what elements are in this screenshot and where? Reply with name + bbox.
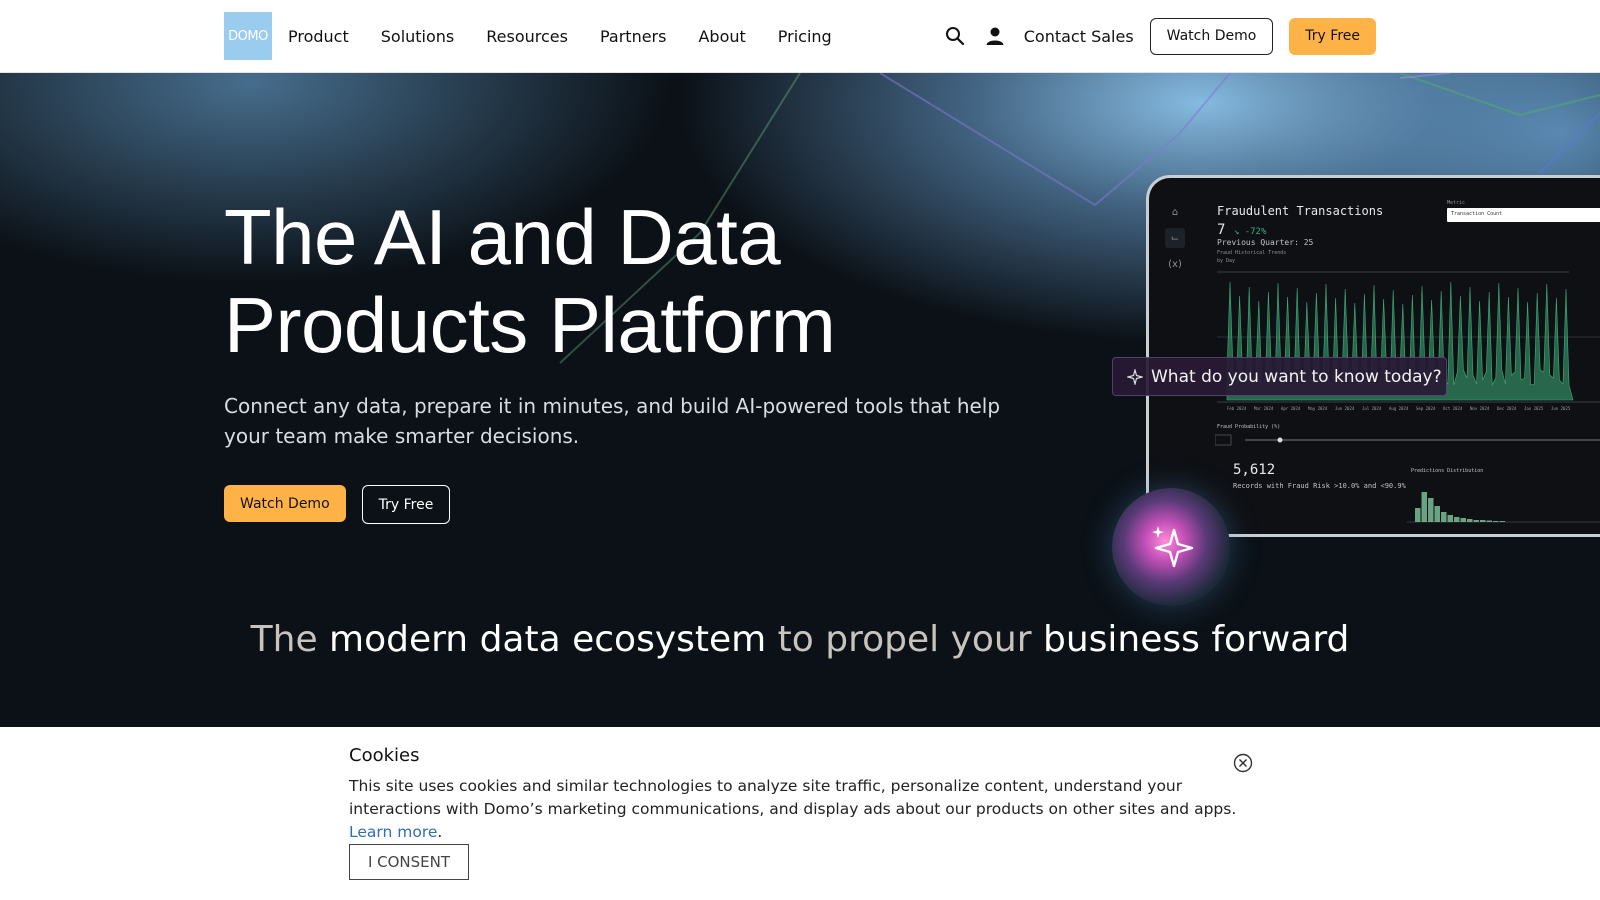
distribution-histogram bbox=[1407, 492, 1600, 523]
header-actions: Contact Sales Watch Demo Try Free bbox=[944, 0, 1376, 72]
probability-label: Fraud Probability (%) bbox=[1217, 424, 1281, 430]
variable-icon: (x) bbox=[1168, 258, 1182, 270]
x-label: Jun 2025 bbox=[1551, 406, 1571, 411]
histogram-bar bbox=[1421, 492, 1427, 522]
sparkles-icon bbox=[1152, 526, 1194, 568]
ai-assistant-orb[interactable] bbox=[1112, 488, 1230, 606]
histogram-bar bbox=[1486, 520, 1492, 522]
x-label: Feb 2024 bbox=[1227, 406, 1247, 411]
metric-select[interactable]: Transaction Count bbox=[1447, 208, 1600, 222]
ai-prompt-text: What do you want to know today? bbox=[1151, 366, 1442, 387]
contact-sales-link[interactable]: Contact Sales bbox=[1024, 27, 1134, 46]
learn-more-link[interactable]: Learn more bbox=[349, 823, 437, 841]
trend-x-labels: Feb 2024 Mar 2024 Apr 2024 May 2024 Jun 2024… bbox=[1227, 406, 1571, 411]
x-label: Nov 2024 bbox=[1470, 406, 1490, 411]
cookie-period: . bbox=[437, 823, 443, 841]
main-nav: Product Solutions Resources Partners Abo… bbox=[288, 0, 864, 72]
histogram-bar bbox=[1499, 521, 1505, 522]
header-watch-demo-button[interactable]: Watch Demo bbox=[1149, 17, 1274, 55]
site-header: DOMO Product Solutions Resources Partner… bbox=[0, 0, 1600, 73]
tagline-part-2: modern data ecosystem bbox=[329, 619, 767, 660]
cookie-text: This site uses cookies and similar techn… bbox=[349, 775, 1249, 844]
logo-text: DOMO bbox=[228, 28, 268, 44]
histogram-bar bbox=[1434, 506, 1440, 522]
x-label: Mar 2024 bbox=[1254, 406, 1274, 411]
records-desc: Records with Fraud Risk >10.0% and <90.9… bbox=[1233, 482, 1406, 490]
x-label: Jun 2024 bbox=[1335, 406, 1355, 411]
tagline-part-3: to propel your bbox=[766, 619, 1043, 660]
histogram-bar bbox=[1473, 520, 1479, 522]
header-try-free-button[interactable]: Try Free bbox=[1289, 17, 1376, 55]
probability-slider[interactable] bbox=[1215, 434, 1600, 450]
x-label: Sep 2024 bbox=[1416, 406, 1436, 411]
hero-watch-demo-button[interactable]: Watch Demo bbox=[224, 485, 346, 522]
histogram-bar bbox=[1441, 512, 1447, 522]
domo-logo[interactable]: DOMO bbox=[224, 12, 272, 60]
x-label: Oct 2024 bbox=[1443, 406, 1463, 411]
nav-resources[interactable]: Resources bbox=[486, 27, 568, 46]
search-icon[interactable] bbox=[944, 25, 966, 47]
ai-prompt-input[interactable]: What do you want to know today? bbox=[1112, 357, 1447, 396]
sparkle-icon bbox=[1127, 368, 1143, 385]
fraud-change: ↘ -72% bbox=[1233, 227, 1267, 237]
histogram-bar bbox=[1460, 518, 1466, 522]
histogram-bar bbox=[1447, 515, 1453, 522]
hero-section: The AI and Data Products Platform Connec… bbox=[0, 73, 1600, 727]
dashboard-title: Fraudulent Transactions bbox=[1217, 204, 1384, 218]
hero-subtitle: Connect any data, prepare it in minutes,… bbox=[224, 394, 1001, 448]
x-label: Dec 2024 bbox=[1497, 406, 1517, 411]
nav-product[interactable]: Product bbox=[288, 27, 349, 46]
hero-tagline: The modern data ecosystem to propel your… bbox=[0, 619, 1600, 660]
hero-title: The AI and Data Products Platform bbox=[224, 193, 984, 369]
nav-pricing[interactable]: Pricing bbox=[778, 27, 832, 46]
cookie-title: Cookies bbox=[349, 745, 420, 766]
dashboard-device-mockup: ⌂ ⌙ (x) Fraudulent Transactions 7 ↘ -72%… bbox=[1146, 175, 1600, 537]
dashboard-sidebar: ⌂ ⌙ (x) bbox=[1165, 202, 1187, 280]
tagline-part-1: The bbox=[250, 619, 330, 660]
histogram-bar bbox=[1428, 498, 1434, 522]
x-label: Aug 2024 bbox=[1389, 406, 1409, 411]
home-icon: ⌂ bbox=[1171, 206, 1179, 218]
nav-partners[interactable]: Partners bbox=[600, 27, 666, 46]
histogram-bar bbox=[1480, 520, 1486, 522]
fraud-count: 7 bbox=[1217, 222, 1226, 238]
cookie-banner: Cookies This site uses cookies and simil… bbox=[0, 727, 1600, 900]
metric-label: Metric bbox=[1447, 200, 1466, 206]
histogram-bar bbox=[1454, 517, 1460, 522]
trend-label: Fraud Historical Trends bbox=[1217, 250, 1287, 256]
previous-quarter: Previous Quarter: 25 bbox=[1217, 238, 1314, 247]
records-count: 5,612 bbox=[1233, 462, 1276, 478]
nav-about[interactable]: About bbox=[698, 27, 745, 46]
histogram-bar bbox=[1415, 508, 1421, 522]
hero-try-free-button[interactable]: Try Free bbox=[361, 485, 451, 524]
close-circle-icon[interactable] bbox=[1233, 753, 1253, 773]
x-label: Jul 2024 bbox=[1362, 406, 1382, 411]
nav-solutions[interactable]: Solutions bbox=[381, 27, 455, 46]
x-label: Jan 2025 bbox=[1524, 406, 1544, 411]
user-icon[interactable] bbox=[984, 25, 1006, 47]
hero-buttons: Watch Demo Try Free bbox=[224, 485, 451, 524]
chart-icon: ⌙ bbox=[1165, 228, 1185, 248]
hero-title-line-2: Products Platform bbox=[224, 281, 836, 369]
tagline-part-4: business forward bbox=[1042, 619, 1350, 660]
histogram-bar bbox=[1493, 521, 1499, 522]
distribution-label: Predictions Distribution bbox=[1411, 468, 1484, 474]
cookie-body: This site uses cookies and similar techn… bbox=[349, 777, 1237, 818]
x-label: May 2024 bbox=[1308, 406, 1328, 411]
x-label: Apr 2024 bbox=[1281, 406, 1301, 411]
dashboard-value: 7 ↘ -72% bbox=[1217, 222, 1266, 238]
hero-title-line-1: The AI and Data bbox=[224, 193, 781, 281]
histogram-bar bbox=[1467, 519, 1473, 522]
consent-button[interactable]: I CONSENT bbox=[349, 844, 469, 880]
